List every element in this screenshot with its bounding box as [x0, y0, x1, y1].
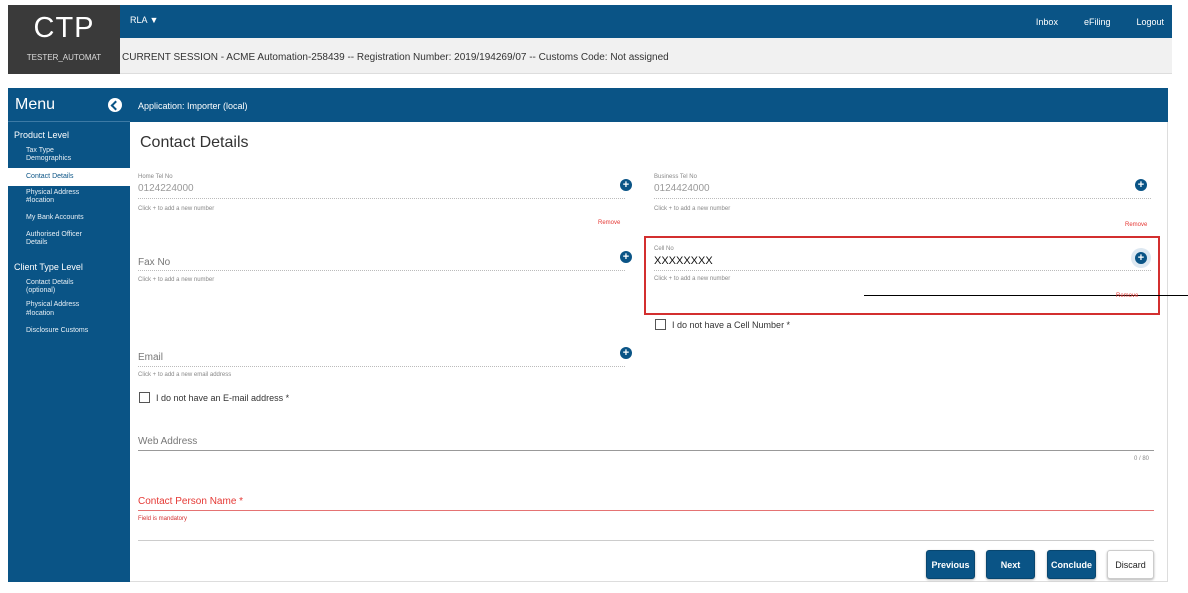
previous-button[interactable]: Previous	[926, 550, 975, 579]
sidebar-item-disclosure-customs[interactable]: Disclosure Customs	[8, 321, 130, 338]
session-info: CURRENT SESSION - ACME Automation-258439…	[122, 52, 669, 63]
no-email-row[interactable]: I do not have an E-mail address *	[139, 392, 289, 403]
email-input[interactable]: Email	[138, 352, 163, 363]
home-tel-label: Home Tel No	[138, 174, 173, 180]
add-business-tel-icon[interactable]: +	[1135, 179, 1147, 191]
business-tel-field[interactable]: Business Tel No 0124424000	[654, 174, 710, 194]
inbox-link[interactable]: Inbox	[1036, 17, 1058, 27]
current-user: TESTER_AUTOMAT	[26, 53, 102, 62]
sidebar-item-client-physical-address[interactable]: Physical Address #location	[8, 298, 86, 320]
contact-person-input[interactable]: Contact Person Name *	[138, 496, 243, 507]
email-underline	[138, 366, 625, 367]
contact-person-error: Field is mandatory	[138, 516, 188, 522]
application-header: Application: Importer (local)	[130, 88, 1168, 122]
web-address-input[interactable]: Web Address	[138, 436, 197, 447]
no-cell-number-label: I do not have a Cell Number *	[672, 319, 791, 330]
home-tel-value[interactable]: 0124224000	[138, 183, 194, 194]
sidebar-item-contact-details[interactable]: Contact Details	[8, 168, 130, 187]
no-cell-number-checkbox[interactable]	[655, 319, 666, 330]
home-tel-hint: Click + to add a new number	[138, 206, 215, 212]
brand-logo-box: CTP TESTER_AUTOMAT	[8, 5, 120, 74]
business-tel-underline	[654, 198, 1151, 199]
web-address-counter: 0 / 80	[1134, 456, 1150, 462]
footer-divider	[138, 540, 1154, 541]
add-home-tel-icon[interactable]: +	[620, 179, 632, 191]
logout-link[interactable]: Logout	[1136, 17, 1164, 27]
sidebar: Menu Product Level Tax Type Demographics…	[8, 88, 130, 582]
cell-no-underline	[654, 270, 1151, 271]
sidebar-group-client-type-level: Client Type Level	[14, 262, 83, 273]
top-links: Inbox eFiling Logout	[1036, 17, 1164, 27]
business-tel-remove-link[interactable]: Remove	[1125, 222, 1147, 228]
top-bar: RLA ▼ Inbox eFiling Logout	[120, 5, 1172, 38]
business-tel-value[interactable]: 0124424000	[654, 183, 710, 194]
home-tel-field[interactable]: Home Tel No 0124224000	[138, 174, 194, 194]
add-fax-icon[interactable]: +	[620, 251, 632, 263]
contact-person-underline	[138, 510, 1154, 511]
web-address-underline	[138, 450, 1154, 451]
fax-underline	[138, 270, 625, 271]
cell-no-remove-link[interactable]: Remove	[1116, 293, 1138, 299]
sidebar-item-tax-type-demographics[interactable]: Tax Type Demographics	[8, 144, 78, 166]
contact-details-form: Contact Details Home Tel No 0124224000 +…	[130, 122, 1188, 582]
next-button[interactable]: Next	[986, 550, 1035, 579]
cell-no-hint: Click + to add a new number	[654, 276, 731, 282]
page-title: Contact Details	[140, 134, 249, 151]
no-email-checkbox[interactable]	[139, 392, 150, 403]
fax-hint: Click + to add a new number	[138, 277, 215, 283]
no-email-label: I do not have an E-mail address *	[156, 392, 290, 403]
annotation-arrow	[864, 295, 1188, 296]
home-tel-remove-link[interactable]: Remove	[598, 220, 620, 226]
efiling-link[interactable]: eFiling	[1084, 17, 1111, 27]
fax-input[interactable]: Fax No	[138, 257, 170, 268]
menu-title: Menu	[15, 95, 56, 113]
email-hint: Click + to add a new email address	[138, 372, 232, 378]
menu-collapse-icon[interactable]	[108, 97, 122, 112]
app-switcher-dropdown[interactable]: RLA ▼	[130, 15, 158, 25]
menu-header: Menu	[8, 88, 130, 122]
discard-button[interactable]: Discard	[1107, 550, 1154, 579]
cell-no-label: Cell No	[654, 246, 674, 252]
add-cell-no-icon[interactable]: +	[1135, 252, 1147, 264]
no-cell-number-row[interactable]: I do not have a Cell Number *	[655, 319, 790, 330]
conclude-button[interactable]: Conclude	[1047, 550, 1096, 579]
sidebar-item-contact-details-optional[interactable]: Contact Details (optional)	[8, 276, 80, 298]
cell-no-field[interactable]: Cell No XXXXXXXX	[654, 246, 713, 267]
session-bar: CURRENT SESSION - ACME Automation-258439…	[120, 38, 1172, 74]
business-tel-hint: Click + to add a new number	[654, 206, 731, 212]
sidebar-item-bank-accounts[interactable]: My Bank Accounts	[8, 208, 130, 228]
brand-logo: CTP	[33, 12, 95, 44]
home-tel-underline	[138, 198, 625, 199]
sidebar-group-product-level: Product Level	[14, 130, 70, 140]
business-tel-label: Business Tel No	[654, 174, 697, 180]
sidebar-item-physical-address[interactable]: Physical Address #location	[8, 186, 86, 208]
add-email-icon[interactable]: +	[620, 347, 632, 359]
sidebar-item-authorised-officer[interactable]: Authorised Officer Details	[8, 228, 98, 250]
cell-no-value[interactable]: XXXXXXXX	[654, 255, 713, 267]
